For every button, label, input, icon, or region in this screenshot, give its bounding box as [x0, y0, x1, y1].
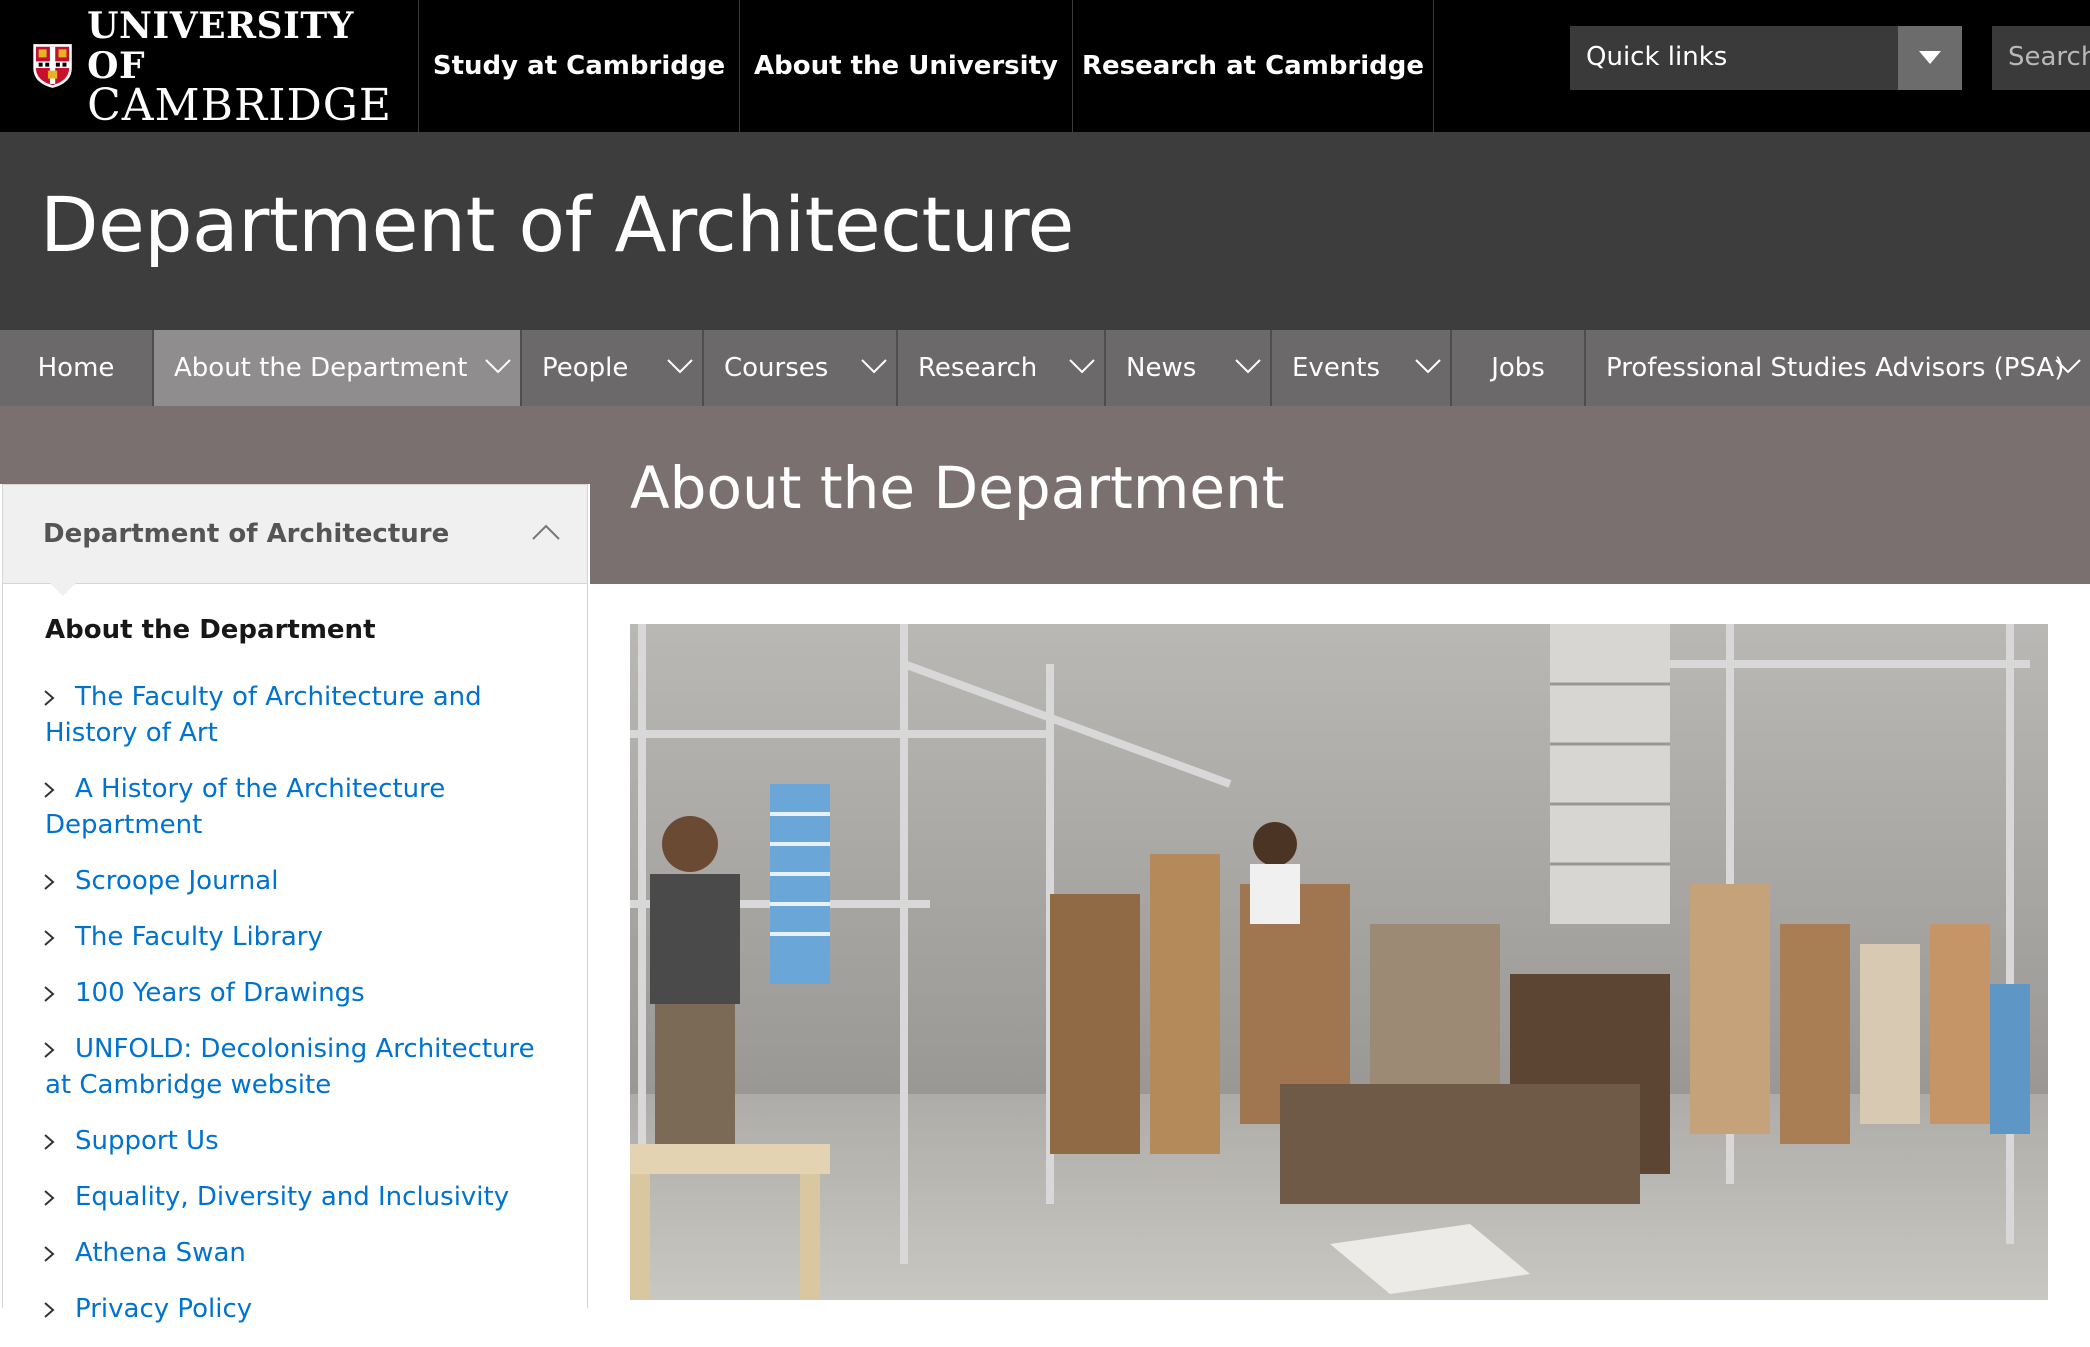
sidebar-link-label[interactable]: Athena Swan [45, 1235, 547, 1271]
section-nav-home[interactable]: Home [0, 330, 154, 406]
sidebar-link-privacy[interactable]: Privacy Policy [3, 1291, 587, 1327]
chevron-right-icon [44, 1190, 55, 1206]
sidebar-link-drawings[interactable]: 100 Years of Drawings [3, 975, 587, 1011]
quick-links-label: Quick links [1586, 42, 1728, 72]
sidebar-link-faculty[interactable]: The Faculty of Architecture and History … [3, 679, 587, 751]
sidebar-link-label[interactable]: 100 Years of Drawings [45, 975, 547, 1011]
chevron-down-icon [667, 359, 693, 374]
search-input[interactable]: Search [1992, 26, 2090, 90]
nav-label: Research [918, 353, 1038, 383]
section-nav-courses[interactable]: Courses [704, 330, 898, 406]
nav-label: Jobs [1491, 353, 1545, 383]
nav-label: Professional Studies Advisors (PSA) [1606, 353, 2065, 383]
nav-study[interactable]: Study at Cambridge [419, 0, 739, 132]
sidebar-current-page: About the Department [45, 615, 376, 645]
sidebar-link-label[interactable]: A History of the Architecture Department [45, 771, 547, 843]
university-logo[interactable]: UNIVERSITY OF CAMBRIDGE [32, 6, 392, 128]
nav-label: News [1126, 353, 1197, 383]
title-band-left [0, 406, 590, 484]
sidebar-links: The Faculty of Architecture and History … [3, 679, 587, 1347]
section-nav-events[interactable]: Events [1272, 330, 1452, 406]
section-nav-people[interactable]: People [522, 330, 704, 406]
sidebar-heading-label: Department of Architecture [43, 519, 450, 549]
logo-line2: CAMBRIDGE [87, 80, 392, 131]
section-nav: Home About the Department People Courses… [0, 330, 2090, 406]
chevron-right-icon [44, 930, 55, 946]
sidebar-link-label[interactable]: The Faculty of Architecture and History … [45, 679, 547, 751]
department-banner: Department of Architecture [0, 132, 2090, 330]
search-placeholder: Search [2008, 42, 2090, 72]
chevron-up-icon[interactable] [531, 521, 561, 543]
sidebar-link-label[interactable]: Scroope Journal [45, 863, 547, 899]
sidebar: Department of Architecture About the Dep… [2, 484, 588, 1324]
sidebar-link-label[interactable]: The Faculty Library [45, 919, 547, 955]
chevron-down-icon [485, 359, 511, 374]
chevron-down-icon [1415, 359, 1441, 374]
section-nav-news[interactable]: News [1106, 330, 1272, 406]
chevron-right-icon [44, 874, 55, 890]
sidebar-link-scroope[interactable]: Scroope Journal [3, 863, 587, 899]
chevron-right-icon [44, 1042, 55, 1058]
chevron-right-icon [44, 1302, 55, 1318]
chevron-right-icon [44, 690, 55, 706]
crest-icon [33, 44, 72, 88]
chevron-right-icon [44, 1246, 55, 1262]
section-nav-research[interactable]: Research [898, 330, 1106, 406]
dropdown-button[interactable] [1898, 26, 1962, 90]
nav-label: Courses [724, 353, 829, 383]
university-header: UNIVERSITY OF CAMBRIDGE Study at Cambrid… [0, 0, 2090, 132]
chevron-down-icon [1919, 51, 1941, 64]
sidebar-link-label[interactable]: Support Us [45, 1123, 547, 1159]
chevron-down-icon [861, 359, 887, 374]
architecture-models-photo [630, 624, 2048, 1300]
page-title-band: About the Department [590, 406, 2090, 584]
section-nav-jobs[interactable]: Jobs [1452, 330, 1586, 406]
nav-label: Events [1292, 353, 1381, 383]
section-nav-psa[interactable]: Professional Studies Advisors (PSA) [1586, 330, 2090, 406]
sidebar-link-support[interactable]: Support Us [3, 1123, 587, 1159]
logo-line1: UNIVERSITY OF [87, 5, 354, 87]
sidebar-link-label[interactable]: Privacy Policy [45, 1291, 547, 1327]
chevron-right-icon [44, 986, 55, 1002]
header-divider [1433, 0, 1434, 132]
page-title: About the Department [630, 454, 1285, 522]
sidebar-link-edi[interactable]: Equality, Diversity and Inclusivity [3, 1179, 587, 1215]
nav-research[interactable]: Research at Cambridge [1073, 0, 1433, 132]
nav-about-university[interactable]: About the University [740, 0, 1072, 132]
sidebar-link-history[interactable]: A History of the Architecture Department [3, 771, 587, 843]
nav-label: Home [37, 353, 115, 383]
chevron-right-icon [44, 782, 55, 798]
sidebar-heading[interactable]: Department of Architecture [3, 485, 587, 584]
chevron-right-icon [44, 1134, 55, 1150]
chevron-down-icon [1069, 359, 1095, 374]
sidebar-link-label[interactable]: UNFOLD: Decolonising Architecture at Cam… [45, 1031, 547, 1103]
heading-pointer [49, 582, 77, 596]
sidebar-link-label[interactable]: Equality, Diversity and Inclusivity [45, 1179, 547, 1215]
chevron-down-icon [1235, 359, 1261, 374]
department-title[interactable]: Department of Architecture [40, 180, 1074, 269]
sidebar-link-library[interactable]: The Faculty Library [3, 919, 587, 955]
sidebar-link-athena[interactable]: Athena Swan [3, 1235, 587, 1271]
quick-links-select[interactable]: Quick links [1570, 26, 1962, 90]
nav-label: About the Department [174, 353, 468, 383]
section-nav-about[interactable]: About the Department [154, 330, 522, 406]
sidebar-link-unfold[interactable]: UNFOLD: Decolonising Architecture at Cam… [3, 1031, 587, 1103]
nav-label: People [542, 353, 629, 383]
chevron-down-icon [2055, 359, 2081, 374]
hero-photo [630, 624, 2048, 1300]
